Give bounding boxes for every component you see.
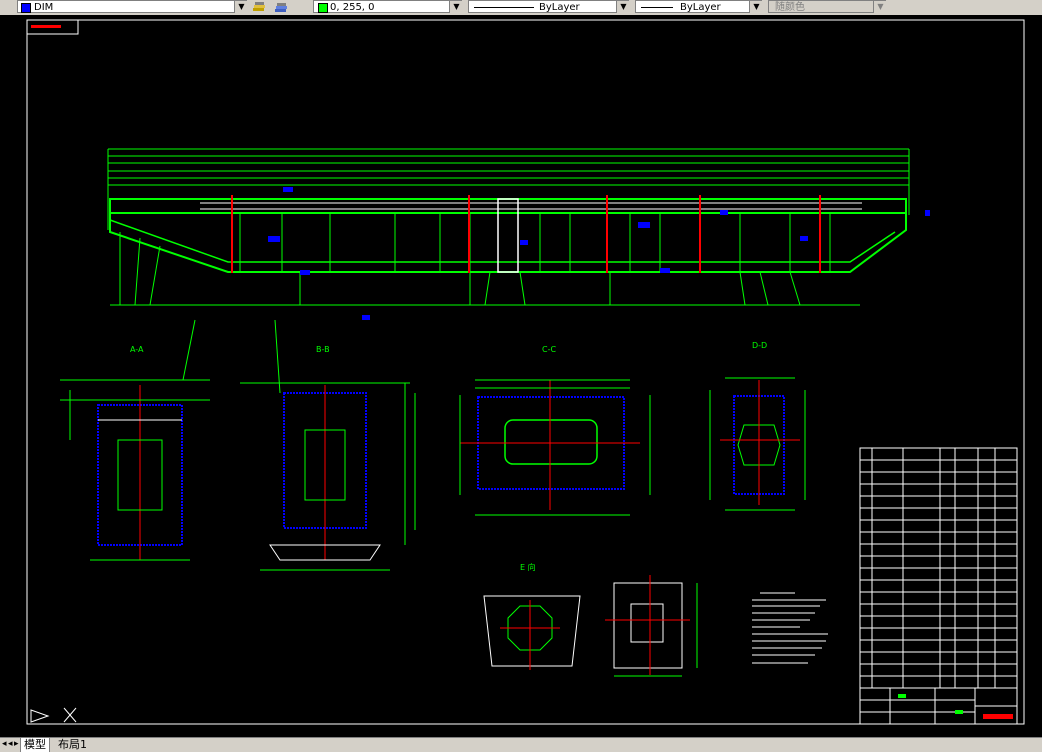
section-c-c-label: C-C bbox=[542, 345, 556, 354]
main-elevation-blue-marks bbox=[268, 187, 930, 320]
plotstyle-value: 随颜色 bbox=[775, 2, 805, 13]
section-b-b: B-B bbox=[240, 319, 416, 571]
main-elevation bbox=[107, 148, 910, 306]
section-a-a-label: A-A bbox=[130, 345, 144, 354]
lineweight-sample bbox=[641, 7, 673, 8]
chevron-down-icon[interactable]: ▼ bbox=[616, 1, 630, 13]
color-value: 0, 255, 0 bbox=[330, 2, 375, 13]
section-d-d-label: D-D bbox=[752, 341, 767, 350]
tab-nav-prev-icon[interactable]: ◂ bbox=[8, 739, 13, 750]
lineweight-value: ByLayer bbox=[680, 2, 721, 13]
properties-toolbar: DIM ▼ 0, 255, 0 ▼ ByLayer ▼ ByLayer ▼ 随颜… bbox=[0, 0, 1042, 16]
section-b-b-label: B-B bbox=[316, 345, 330, 354]
chevron-down-icon: ▼ bbox=[873, 1, 887, 13]
drawing-canvas[interactable]: A-A B-B C-C D-D E 向 bbox=[0, 15, 1042, 737]
layer-name: DIM bbox=[34, 2, 54, 13]
layout-tabbar: ◂ ◂ ▸ 模型 布局1 bbox=[0, 737, 1042, 752]
chevron-down-icon[interactable]: ▼ bbox=[749, 1, 763, 13]
view-e-label: E 向 bbox=[520, 562, 536, 572]
section-d-d: D-D bbox=[709, 341, 806, 511]
corner-red-mark bbox=[31, 25, 61, 28]
lineweight-dropdown[interactable]: ByLayer ▼ bbox=[635, 0, 763, 13]
color-swatch bbox=[318, 3, 328, 13]
detail-view bbox=[605, 575, 698, 677]
linetype-value: ByLayer bbox=[539, 2, 580, 13]
linetype-sample bbox=[474, 7, 534, 8]
technical-notes bbox=[752, 592, 828, 664]
tab-nav-first-icon[interactable]: ◂ bbox=[2, 739, 7, 750]
linetype-dropdown[interactable]: ByLayer ▼ bbox=[468, 0, 630, 13]
chevron-down-icon[interactable]: ▼ bbox=[234, 1, 248, 13]
tab-model[interactable]: 模型 bbox=[20, 738, 50, 752]
plotstyle-dropdown: 随颜色 ▼ bbox=[768, 0, 887, 13]
parts-list bbox=[859, 447, 1018, 689]
cad-drawing[interactable]: A-A B-B C-C D-D E 向 bbox=[0, 15, 1042, 737]
section-c-c: C-C bbox=[459, 345, 651, 516]
color-dropdown[interactable]: 0, 255, 0 ▼ bbox=[313, 0, 463, 13]
chevron-down-icon[interactable]: ▼ bbox=[449, 1, 463, 13]
view-e: E 向 bbox=[483, 562, 581, 670]
layer-dropdown[interactable]: DIM ▼ bbox=[17, 0, 248, 13]
tab-nav-next-icon[interactable]: ▸ bbox=[14, 739, 19, 750]
layer-previous-icon[interactable] bbox=[274, 0, 288, 13]
ucs-icon bbox=[30, 707, 77, 723]
make-object-layer-current-icon[interactable] bbox=[252, 0, 266, 13]
section-a-a: A-A bbox=[60, 319, 210, 561]
tab-layout1[interactable]: 布局1 bbox=[55, 738, 90, 752]
paper-frame bbox=[26, 19, 1025, 725]
title-block bbox=[859, 687, 1018, 725]
layer-color-swatch bbox=[21, 3, 31, 13]
